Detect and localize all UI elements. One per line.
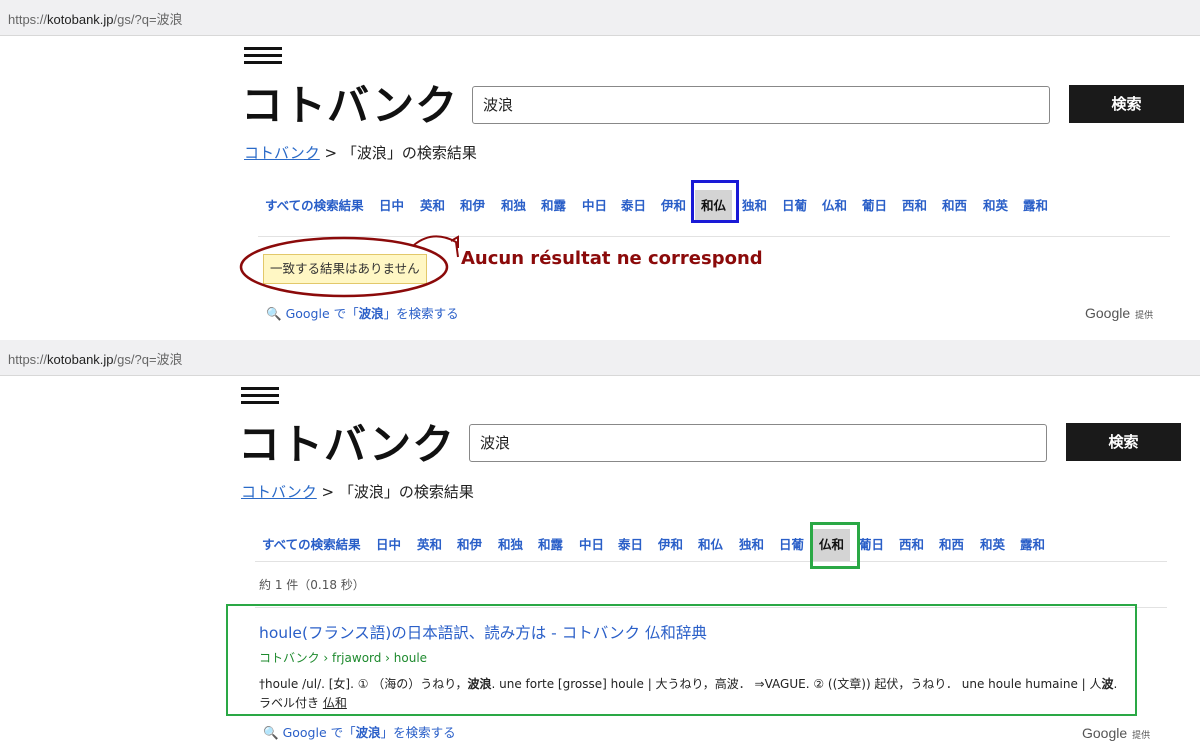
breadcrumb-home-link[interactable]: コトバンク [241,483,317,501]
top-panel: コトバンク 波浪 検索 コトバンク > 「波浪」の検索結果 すべての検索結果 日中… [0,0,1200,340]
tab-dict-11[interactable]: 日葡 [779,529,804,561]
tab-dict-5[interactable]: 和露 [538,529,563,561]
dictionary-tabs: すべての検索結果 日中 英和 和伊 和独 和露 中日 泰日 伊和 和仏 独和 日葡 仏和 葡日 西和 和西 和英… [0,529,1200,563]
tab-dict-14[interactable]: 西和 [899,529,924,561]
tab-dict-15[interactable]: 和西 [939,529,964,561]
tab-dict-8[interactable]: 伊和 [658,529,683,561]
tab-dict-1[interactable]: 日中 [376,529,401,561]
tab-dict-4[interactable]: 和独 [498,529,523,561]
breadcrumb: コトバンク > 「波浪」の検索結果 [241,481,474,502]
google-provided: Google 提供 [1082,725,1150,741]
tab-all-results[interactable]: すべての検索結果 [262,529,361,561]
google-search-link[interactable]: 🔍 Google で「波浪」を検索する [263,722,456,741]
menu-icon[interactable] [241,387,279,405]
google-brand: Google [1082,725,1128,741]
google-provided-label: 提供 [1132,730,1151,740]
divider [255,561,1167,562]
google-link-post: 」を検索する [380,725,456,740]
breadcrumb-separator: > [321,483,335,501]
bottom-panel: コトバンク 波浪 検索 コトバンク > 「波浪」の検索結果 すべての検索結果 日中… [0,376,1200,754]
url-path: /gs/?q=波浪 [113,352,183,367]
tab-dict-3[interactable]: 和伊 [457,529,482,561]
address-bar-2[interactable]: https://kotobank.jp/gs/?q=波浪 [0,340,1200,376]
tab-dict-2[interactable]: 英和 [417,529,442,561]
site-logo[interactable]: コトバンク [238,424,455,466]
tab-dict-10[interactable]: 独和 [739,529,764,561]
tab-dict-9[interactable]: 和仏 [698,529,723,561]
google-link-term: 波浪 [355,725,381,740]
magnifier-icon: 🔍 [263,725,279,740]
tab-dict-7[interactable]: 泰日 [618,529,643,561]
search-button[interactable]: 検索 [1066,423,1181,461]
tab-dict-17[interactable]: 露和 [1020,529,1045,561]
breadcrumb-current: 「波浪」の検索結果 [338,483,474,501]
tab-dict-13[interactable]: 葡日 [859,529,884,561]
search-input[interactable]: 波浪 [469,424,1047,462]
url-scheme: https:// [8,352,48,367]
tab-dict-6[interactable]: 中日 [579,529,604,561]
tab-dict-16[interactable]: 和英 [980,529,1005,561]
google-link-pre: Google で「 [282,725,356,740]
selected-tab-highlight-box [810,522,860,569]
result-highlight-box [226,604,1137,716]
annotation-overlay [239,235,459,298]
result-count: 約 1 件（0.18 秒） [259,578,365,592]
url-host: kotobank.jp [47,352,114,367]
no-results-ellipse [239,236,449,298]
